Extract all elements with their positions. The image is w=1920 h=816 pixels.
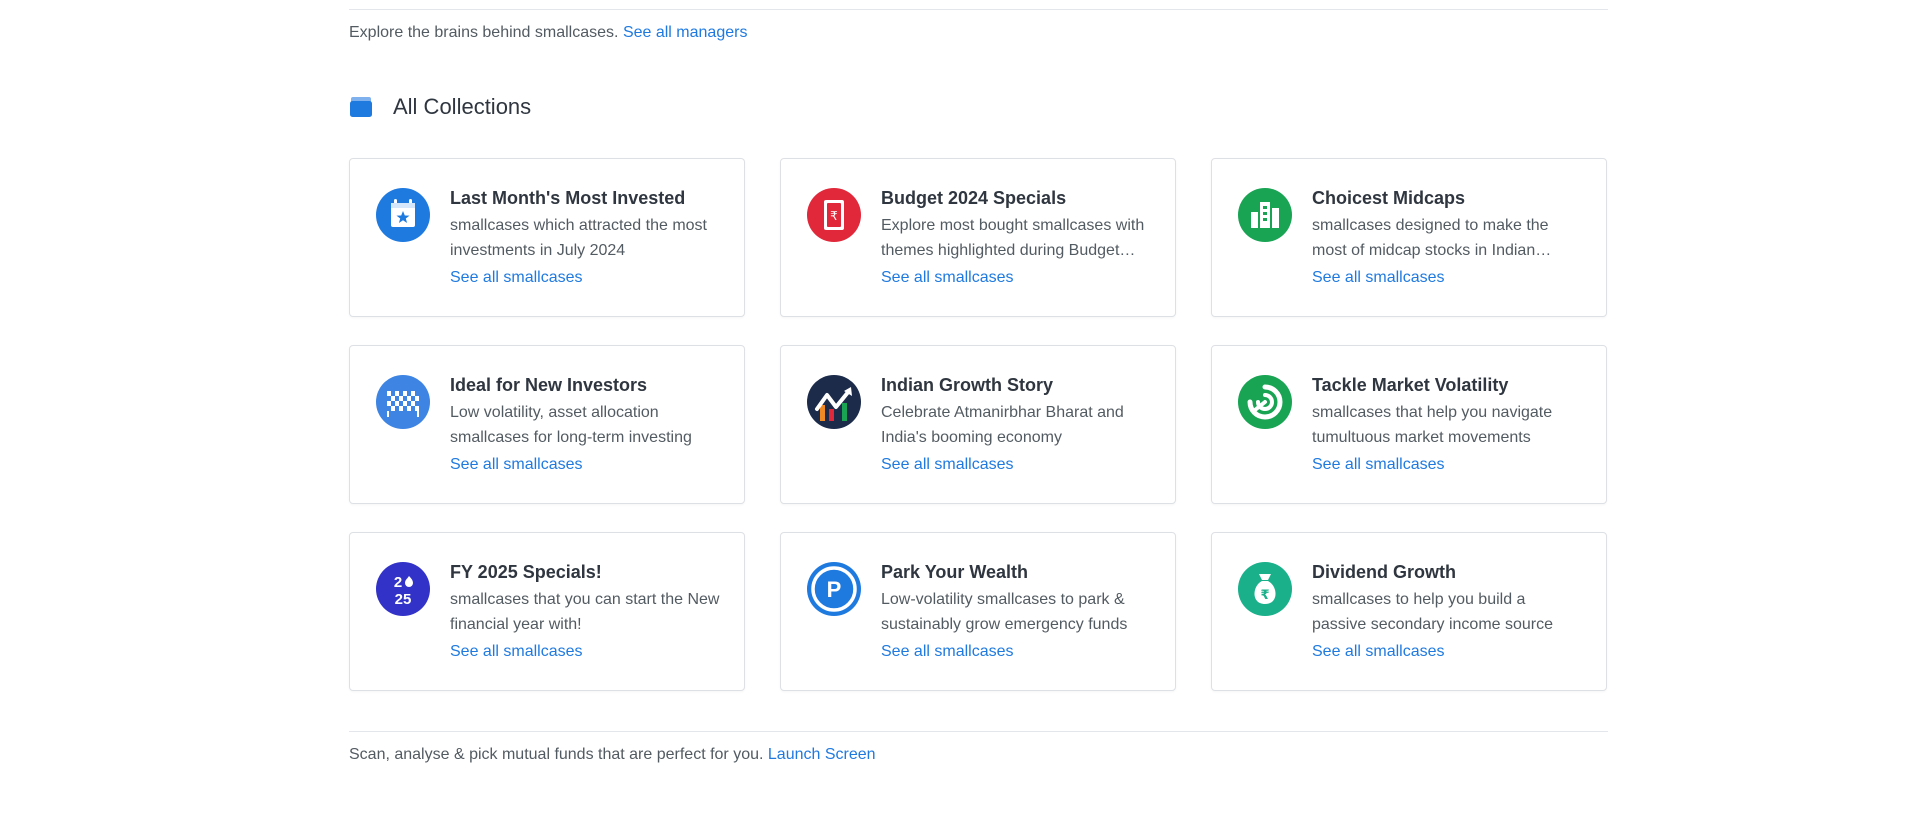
buildings-icon — [1238, 188, 1292, 242]
badge-top: 2 — [394, 574, 402, 591]
card-description: smallcases which attracted the most inve… — [450, 217, 707, 259]
checkered-flag-icon — [376, 375, 430, 429]
card-description: Low-volatility smallcases to park & sust… — [881, 591, 1128, 633]
divider — [349, 9, 1608, 10]
card-title: FY 2025 Specials! — [450, 562, 602, 582]
card-description: Low volatility, asset allocation smallca… — [450, 404, 692, 446]
badge-bottom: 25 — [395, 591, 412, 608]
see-all-smallcases-link[interactable]: See all smallcases — [1312, 643, 1445, 661]
see-all-smallcases-link[interactable]: See all smallcases — [1312, 456, 1445, 474]
card-title: Indian Growth Story — [881, 375, 1054, 395]
gauge-icon — [1238, 375, 1292, 429]
see-all-smallcases-link[interactable]: See all smallcases — [881, 643, 1014, 661]
card-description: Explore most bought smallcases with them… — [881, 217, 1145, 259]
rupee-book-icon: ₹ — [807, 188, 861, 242]
badge-symbol: ₹ — [1260, 588, 1269, 603]
collection-card-ideal-for-new-investors[interactable]: Ideal for New Investors Low volatility, … — [349, 345, 745, 504]
see-all-smallcases-link[interactable]: See all smallcases — [1312, 269, 1445, 287]
collection-card-last-month-most-invested[interactable]: Last Month's Most Invested smallcases wh… — [349, 158, 745, 317]
see-all-smallcases-link[interactable]: See all smallcases — [450, 643, 583, 661]
card-description: smallcases that you can start the New fi… — [450, 591, 720, 633]
screener-row: Scan, analyse & pick mutual funds that a… — [349, 746, 876, 764]
parking-icon: P — [807, 562, 861, 616]
see-all-smallcases-link[interactable]: See all smallcases — [450, 269, 583, 287]
collection-card-fy-2025-specials[interactable]: 2 25 FY 2025 Specials! smallcases that y… — [349, 532, 745, 691]
card-title: Park Your Wealth — [881, 562, 1029, 582]
screener-text: Scan, analyse & pick mutual funds that a… — [349, 746, 764, 763]
see-all-smallcases-link[interactable]: See all smallcases — [881, 456, 1014, 474]
managers-row: Explore the brains behind smallcases. Se… — [349, 24, 747, 42]
collection-card-choicest-midcaps[interactable]: Choicest Midcaps smallcases designed to … — [1211, 158, 1607, 317]
collection-card-indian-growth-story[interactable]: Indian Growth Story Celebrate Atmanirbha… — [780, 345, 1176, 504]
collection-card-budget-2024-specials[interactable]: ₹ Budget 2024 Specials Explore most boug… — [780, 158, 1176, 317]
badge-letter: P — [827, 577, 842, 602]
card-title: Ideal for New Investors — [450, 375, 648, 395]
see-all-smallcases-link[interactable]: See all smallcases — [450, 456, 583, 474]
divider — [349, 731, 1608, 732]
card-title: Budget 2024 Specials — [881, 188, 1067, 208]
collection-card-park-your-wealth[interactable]: P Park Your Wealth Low-volatility smallc… — [780, 532, 1176, 691]
svg-text:₹: ₹ — [830, 209, 838, 223]
folder-icon — [350, 97, 372, 117]
collection-card-tackle-market-volatility[interactable]: Tackle Market Volatility smallcases that… — [1211, 345, 1607, 504]
managers-text: Explore the brains behind smallcases. — [349, 24, 619, 41]
card-description: smallcases designed to make the most of … — [1312, 217, 1549, 259]
card-title: Tackle Market Volatility — [1312, 375, 1509, 395]
card-title: Dividend Growth — [1312, 562, 1456, 582]
growth-chart-icon — [807, 375, 861, 429]
collection-card-dividend-growth[interactable]: ₹ Dividend Growth smallcases to help you… — [1211, 532, 1607, 691]
see-all-managers-link[interactable]: See all managers — [623, 24, 748, 41]
see-all-smallcases-link[interactable]: See all smallcases — [881, 269, 1014, 287]
launch-screen-link[interactable]: Launch Screen — [768, 746, 876, 763]
card-description: smallcases that help you navigate tumult… — [1312, 404, 1553, 446]
collections-header: All Collections — [349, 94, 531, 120]
card-title: Last Month's Most Invested — [450, 188, 686, 208]
fy-2025-icon: 2 25 — [376, 562, 430, 616]
money-bag-icon: ₹ — [1238, 562, 1292, 616]
card-title: Choicest Midcaps — [1312, 188, 1466, 208]
calendar-star-icon — [376, 188, 430, 242]
section-title: All Collections — [393, 94, 532, 119]
collections-grid: Last Month's Most Invested smallcases wh… — [349, 158, 1608, 691]
card-description: smallcases to help you build a passive s… — [1312, 591, 1554, 633]
card-description: Celebrate Atmanirbhar Bharat and India's… — [881, 404, 1124, 446]
